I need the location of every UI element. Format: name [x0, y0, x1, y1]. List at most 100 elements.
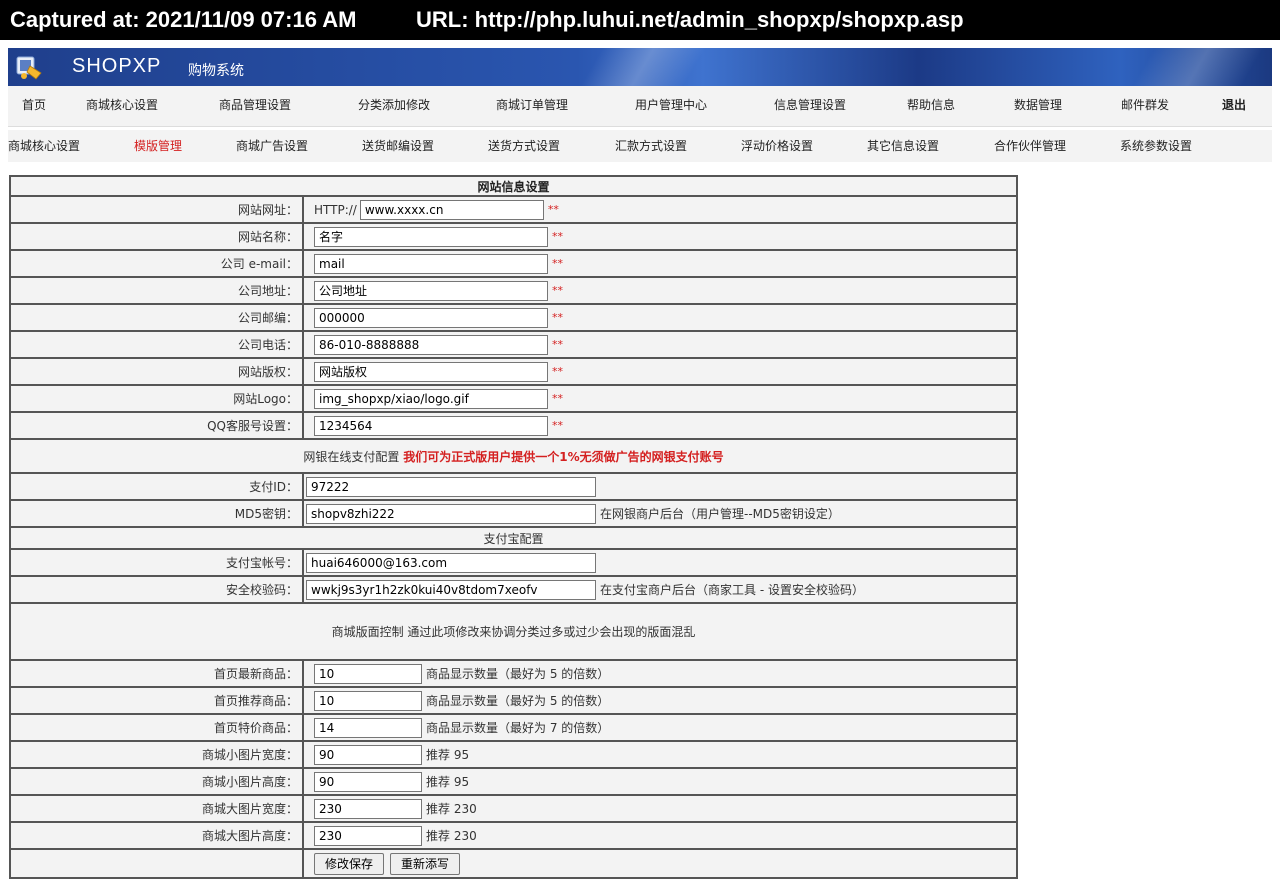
big-height-input[interactable] — [314, 825, 422, 846]
url-prefix: HTTP:// — [314, 202, 357, 217]
row-big-height: 商城大图片高度： 推荐 230 — [11, 823, 1016, 850]
nav-core-settings[interactable]: 商城核心设置 — [86, 86, 158, 124]
nav-order-management[interactable]: 商城订单管理 — [496, 86, 568, 124]
label-phone: 公司电话： — [11, 332, 304, 357]
subnav-core-settings[interactable]: 商城核心设置 — [8, 127, 80, 165]
copyright-input[interactable] — [314, 361, 548, 382]
pay-id-input[interactable] — [306, 476, 596, 497]
header-banner: SHOPXP 购物系统 — [8, 48, 1272, 86]
label-alipay-key: 安全校验码： — [11, 577, 304, 602]
form-title-row: 网站信息设置 — [11, 177, 1016, 197]
alipay-account-input[interactable] — [306, 552, 596, 573]
save-button[interactable]: 修改保存 — [314, 852, 385, 875]
label-qq: QQ客服号设置： — [11, 413, 304, 438]
bank-section-title: 网银在线支付配置 — [303, 449, 400, 464]
row-small-height: 商城小图片高度： 推荐 95 — [11, 769, 1016, 796]
primary-nav: 首页 商城核心设置 商品管理设置 分类添加修改 商城订单管理 用户管理中心 信息… — [8, 86, 1272, 127]
row-email: 公司 e-mail： ** — [11, 251, 1016, 278]
row-address: 公司地址： ** — [11, 278, 1016, 305]
capture-bar: Captured at: 2021/11/09 07:16 AM URL: ht… — [0, 0, 1280, 40]
recommend-count-input[interactable] — [314, 690, 422, 711]
label-email: 公司 e-mail： — [11, 251, 304, 276]
label-big-height: 商城大图片高度： — [11, 823, 304, 848]
capture-url: URL: http://php.luhui.net/admin_shopxp/s… — [416, 7, 964, 32]
zip-input[interactable] — [314, 307, 548, 328]
label-site-url: 网站网址： — [11, 197, 304, 222]
nav-category-edit[interactable]: 分类添加修改 — [358, 86, 430, 124]
row-site-url: 网站网址： HTTP:// ** — [11, 197, 1016, 224]
latest-count-input[interactable] — [314, 663, 422, 684]
big-width-input[interactable] — [314, 798, 422, 819]
logo-input[interactable] — [314, 388, 548, 409]
required-mark: ** — [547, 203, 559, 216]
recommend-hint: 商品显示数量（最好为 5 的倍数） — [426, 694, 610, 708]
alipay-key-hint: 在支付宝商户后台（商家工具 - 设置安全校验码） — [600, 583, 864, 597]
label-recommend: 首页推荐商品： — [11, 688, 304, 713]
subnav-other-info[interactable]: 其它信息设置 — [867, 127, 939, 165]
subnav-template-management[interactable]: 模版管理 — [134, 127, 182, 165]
nav-logout[interactable]: 退出 — [1222, 86, 1246, 124]
nav-info-settings[interactable]: 信息管理设置 — [774, 86, 846, 124]
small-width-input[interactable] — [314, 744, 422, 765]
small-height-input[interactable] — [314, 771, 422, 792]
required-mark: ** — [552, 338, 563, 351]
row-recommend: 首页推荐商品： 商品显示数量（最好为 5 的倍数） — [11, 688, 1016, 715]
actions-label-cell — [11, 850, 304, 877]
small-height-hint: 推荐 95 — [426, 775, 470, 789]
subnav-float-price[interactable]: 浮动价格设置 — [741, 127, 813, 165]
row-zip: 公司邮编： ** — [11, 305, 1016, 332]
email-input[interactable] — [314, 253, 548, 274]
big-width-hint: 推荐 230 — [426, 802, 477, 816]
address-input[interactable] — [314, 280, 548, 301]
nav-product-management[interactable]: 商品管理设置 — [219, 86, 291, 124]
label-pay-id: 支付ID： — [11, 474, 304, 499]
row-md5: MD5密钥： 在网银商户后台（用户管理--MD5密钥设定） — [11, 501, 1016, 528]
site-url-input[interactable] — [359, 199, 544, 220]
site-name-input[interactable] — [314, 226, 548, 247]
label-logo: 网站Logo： — [11, 386, 304, 411]
subnav-ad-settings[interactable]: 商城广告设置 — [236, 127, 308, 165]
row-alipay-key: 安全校验码： 在支付宝商户后台（商家工具 - 设置安全校验码） — [11, 577, 1016, 604]
reset-button[interactable]: 重新添写 — [390, 852, 461, 875]
required-mark: ** — [552, 419, 563, 432]
label-zip: 公司邮编： — [11, 305, 304, 330]
label-md5: MD5密钥： — [11, 501, 304, 526]
row-logo: 网站Logo： ** — [11, 386, 1016, 413]
special-count-input[interactable] — [314, 717, 422, 738]
capture-time: Captured at: 2021/11/09 07:16 AM — [10, 7, 357, 32]
row-special: 首页特价商品： 商品显示数量（最好为 7 的倍数） — [11, 715, 1016, 742]
label-site-name: 网站名称： — [11, 224, 304, 249]
bank-section-note: 我们可为正式版用户提供一个1%无须做广告的网银支付账号 — [403, 449, 724, 464]
nav-help-info[interactable]: 帮助信息 — [907, 86, 955, 124]
small-width-hint: 推荐 95 — [426, 748, 470, 762]
nav-mass-mail[interactable]: 邮件群发 — [1121, 86, 1169, 124]
nav-user-center[interactable]: 用户管理中心 — [635, 86, 707, 124]
alipay-section-title: 支付宝配置 — [483, 531, 544, 546]
layout-section-title: 商城版面控制 通过此项修改来协调分类过多或过少会出现的版面混乱 — [331, 625, 696, 639]
required-mark: ** — [552, 284, 563, 297]
subnav-partners[interactable]: 合作伙伴管理 — [994, 127, 1066, 165]
row-alipay-account: 支付宝帐号： — [11, 550, 1016, 577]
qq-input[interactable] — [314, 415, 548, 436]
row-actions: 修改保存 重新添写 — [11, 850, 1016, 877]
latest-hint: 商品显示数量（最好为 5 的倍数） — [426, 667, 610, 681]
subnav-delivery-settings[interactable]: 送货方式设置 — [488, 127, 560, 165]
site-info-form: 网站信息设置 网站网址： HTTP:// ** 网站名称： ** 公司 e-ma… — [9, 175, 1018, 879]
subnav-zip-settings[interactable]: 送货邮编设置 — [362, 127, 434, 165]
subnav-remittance-settings[interactable]: 汇款方式设置 — [615, 127, 687, 165]
label-big-width: 商城大图片宽度： — [11, 796, 304, 821]
label-special: 首页特价商品： — [11, 715, 304, 740]
md5-input[interactable] — [306, 503, 596, 524]
row-latest: 首页最新商品： 商品显示数量（最好为 5 的倍数） — [11, 661, 1016, 688]
nav-home[interactable]: 首页 — [22, 86, 46, 124]
shopxp-logo-icon — [16, 56, 42, 80]
row-layout-header: 商城版面控制 通过此项修改来协调分类过多或过少会出现的版面混乱 — [11, 604, 1016, 661]
label-copyright: 网站版权： — [11, 359, 304, 384]
md5-hint: 在网银商户后台（用户管理--MD5密钥设定） — [600, 507, 840, 521]
phone-input[interactable] — [314, 334, 548, 355]
nav-data-management[interactable]: 数据管理 — [1014, 86, 1062, 124]
alipay-key-input[interactable] — [306, 579, 596, 600]
required-mark: ** — [552, 311, 563, 324]
form-title: 网站信息设置 — [477, 179, 550, 194]
subnav-system-params[interactable]: 系统参数设置 — [1120, 127, 1192, 165]
